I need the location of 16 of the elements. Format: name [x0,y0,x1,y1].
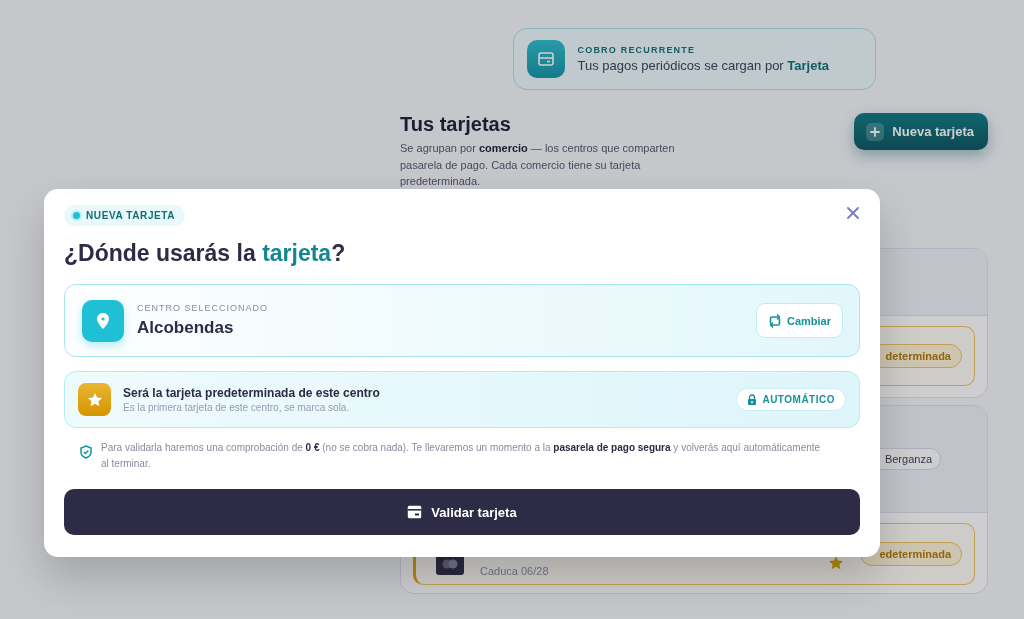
card-expiry: Caduca 06/28 [480,564,550,577]
section-description: Se agrupan por comercio — los centros que comparten pasarela de pago. Cada comercio tiene su tarjeta predeterminada. [400,141,676,189]
info-note: Para validarla haremos una comprobación de 0 € (no se cobra nada). Te llevaremos un momento a la pasarela de pago segura y volverás aquí automáticamente al terminar. [101,441,821,471]
validate-card-button[interactable]: Validar tarjeta [64,489,860,535]
banner-text: Tus pagos periódicos se cargan por Tarjeta [577,58,829,73]
notice-subtitle: Es la primera tarjeta de este centro, se marca sola. [123,402,351,413]
center-label: CENTRO SELECCIONADO [137,303,270,313]
dialog-title: ¿Dónde usarás la tarjeta? [64,240,347,267]
section-heading: Tus tarjetas [400,113,512,136]
banner-label: COBRO RECURRENTE [577,45,697,55]
change-button[interactable]: Cambiar [755,303,843,338]
notice-title: Será la tarjeta predeterminada de este centro [123,386,381,400]
automatic-pill: AUTOMÁTICO [736,388,846,411]
new-card-badge: NUEVA TARJETA [64,205,186,226]
new-card-button[interactable]: Nueva tarjeta [854,113,988,150]
center-name: Alcobendas [137,318,235,338]
